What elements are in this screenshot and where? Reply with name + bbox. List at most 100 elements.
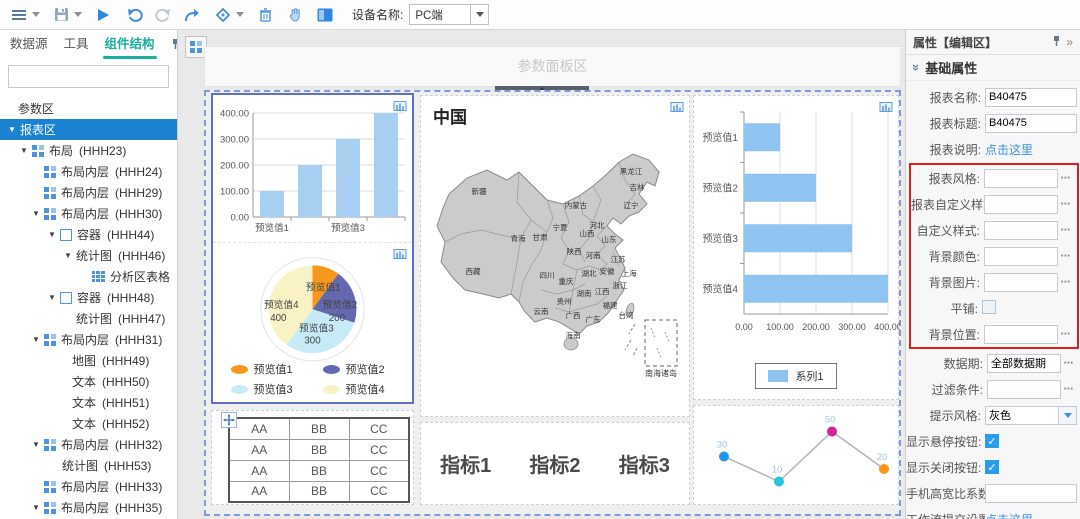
filter-more-button[interactable]: ⋯ — [1061, 384, 1077, 395]
bg-image-more-button[interactable]: ⋯ — [1058, 277, 1074, 288]
tree-item-文本[interactable]: 文本(HHH50) — [0, 371, 177, 392]
design-canvas[interactable]: 参数面板区 0.00100.00200.00300.00400.00预览值1预览… — [178, 30, 905, 519]
tree-expand-icon[interactable]: ▼ — [64, 251, 76, 260]
workflow-link[interactable]: 点击这里 — [985, 511, 1077, 519]
table-cell[interactable]: AA — [229, 439, 289, 460]
save-caret-icon[interactable] — [74, 12, 82, 17]
tab-datasource[interactable]: 数据源 — [10, 30, 48, 60]
tip-style-dropdown-icon[interactable] — [1059, 406, 1077, 425]
chart-type-icon[interactable] — [393, 247, 407, 262]
tree-item-布局内层[interactable]: ▼布局内层(HHH35) — [0, 497, 177, 518]
tree-item-布局[interactable]: ▼布局(HHH23) — [0, 140, 177, 161]
tree-item-布局内层[interactable]: ▼布局内层(HHH32) — [0, 434, 177, 455]
tree-item-布局内层[interactable]: 布局内层(HHH24) — [0, 161, 177, 182]
redo-icon[interactable] — [154, 4, 172, 26]
pie-chart-panel[interactable]: 预览值1预览值2200预览值3300预览值4400 预览值1预览值2预览值3预览… — [213, 243, 412, 402]
tree-expand-icon[interactable]: ▼ — [32, 335, 44, 344]
tree-item-布局内层[interactable]: 布局内层(HHH33) — [0, 476, 177, 497]
report-style-more-button[interactable]: ⋯ — [1058, 173, 1074, 184]
bg-position-more-button[interactable]: ⋯ — [1058, 329, 1074, 340]
tree-item-布局内层[interactable]: 布局内层(HHH29) — [0, 182, 177, 203]
report-custom-style-input[interactable] — [984, 195, 1058, 214]
tree-item-容器[interactable]: ▼容器(HHH44) — [0, 224, 177, 245]
tree-item-分析区表格[interactable]: 分析区表格 — [0, 266, 177, 287]
chart-type-icon[interactable] — [393, 99, 407, 114]
format-brush-icon[interactable] — [214, 4, 232, 26]
report-title-input[interactable] — [985, 114, 1077, 133]
table-cell[interactable]: BB — [289, 439, 349, 460]
device-select-dropdown-icon[interactable] — [470, 5, 488, 24]
report-desc-link[interactable]: 点击这里 — [985, 141, 1077, 158]
map-panel[interactable]: 中国 — [420, 95, 690, 417]
tree-expand-icon[interactable]: ▼ — [48, 230, 60, 239]
table-cell[interactable]: BB — [289, 418, 349, 439]
tree-item-统计图[interactable]: ▼统计图(HHH46) — [0, 245, 177, 266]
bg-color-input[interactable] — [984, 247, 1058, 266]
tree-item-容器[interactable]: ▼容器(HHH48) — [0, 287, 177, 308]
tree-item-文本[interactable]: 文本(HHH52) — [0, 413, 177, 434]
tip-style-select[interactable] — [985, 406, 1059, 425]
tree-expand-icon[interactable]: ▼ — [32, 209, 44, 218]
tree-expand-icon[interactable]: ▼ — [20, 146, 32, 155]
move-handle-icon[interactable] — [221, 412, 237, 428]
table-cell[interactable]: AA — [229, 460, 289, 481]
tile-checkbox[interactable] — [982, 300, 996, 314]
hbar-chart-panel[interactable]: 0.00100.00200.00300.00400.00预览值1预览值2预览值3… — [693, 95, 899, 400]
show-hover-checkbox[interactable] — [985, 434, 999, 448]
table-cell[interactable]: CC — [349, 418, 409, 439]
save-icon[interactable] — [52, 4, 70, 26]
table-cell[interactable]: CC — [349, 481, 409, 502]
selected-container[interactable]: 0.00100.00200.00300.00400.00预览值1预览值3 预览值… — [211, 93, 414, 404]
parameter-panel-area[interactable]: 参数面板区 — [204, 46, 901, 87]
tree-item-地图[interactable]: 地图(HHH49) — [0, 350, 177, 371]
hand-icon[interactable] — [286, 4, 304, 26]
tree-item-参数区[interactable]: 参数区 — [0, 98, 177, 119]
custom-style-input[interactable] — [984, 221, 1058, 240]
device-select[interactable]: PC端 — [409, 4, 489, 25]
bar-chart-panel[interactable]: 0.00100.00200.00300.00400.00预览值1预览值3 — [213, 95, 412, 243]
data-period-more-button[interactable]: ⋯ — [1061, 358, 1077, 369]
undo-icon[interactable] — [126, 4, 144, 26]
pin-icon[interactable] — [1052, 35, 1061, 50]
filter-input[interactable] — [987, 380, 1061, 399]
run-icon[interactable] — [94, 4, 112, 26]
format-caret-icon[interactable] — [236, 12, 244, 17]
menu-icon[interactable] — [10, 4, 28, 26]
report-region[interactable]: 0.00100.00200.00300.00400.00预览值1预览值3 预览值… — [204, 90, 901, 516]
tree-item-报表区[interactable]: ▼报表区 — [0, 119, 177, 140]
report-style-input[interactable] — [984, 169, 1058, 188]
tree-expand-icon[interactable]: ▼ — [48, 293, 60, 302]
upload-icon[interactable] — [182, 4, 200, 26]
chart-type-icon[interactable] — [879, 100, 893, 115]
line-chart-panel[interactable]: 30105020 — [693, 405, 899, 505]
tree-item-统计图[interactable]: 统计图(HHH53) — [0, 455, 177, 476]
search-input[interactable] — [9, 66, 172, 87]
table-cell[interactable]: CC — [349, 439, 409, 460]
aspect-ratio-input[interactable] — [985, 484, 1077, 503]
tree-expand-icon[interactable]: ▼ — [32, 503, 44, 512]
tree-expand-icon[interactable]: ▼ — [8, 125, 20, 134]
table-cell[interactable]: CC — [349, 460, 409, 481]
table-panel[interactable]: AABBCCAABBCCAABBCCAABBCC — [211, 410, 414, 505]
tree-item-统计图[interactable]: 统计图(HHH47) — [0, 308, 177, 329]
tab-tools[interactable]: 工具 — [64, 30, 89, 60]
tab-component-structure[interactable]: 组件结构 — [105, 30, 155, 60]
chart-type-icon[interactable] — [670, 100, 684, 115]
bg-position-input[interactable] — [984, 325, 1058, 344]
section-basic-properties[interactable]: » 基础属性 — [906, 55, 1080, 81]
table-cell[interactable]: BB — [289, 481, 349, 502]
report-name-input[interactable] — [985, 88, 1077, 107]
indicator-text-panel[interactable]: 指标1 指标2 指标3 — [420, 422, 690, 505]
delete-icon[interactable] — [256, 4, 274, 26]
collapse-right-icon[interactable]: » — [1066, 35, 1073, 49]
tree-item-布局内层[interactable]: ▼布局内层(HHH30) — [0, 203, 177, 224]
tree-expand-icon[interactable]: ▼ — [32, 440, 44, 449]
menu-caret-icon[interactable] — [32, 12, 40, 17]
tree-item-文本[interactable]: 文本(HHH51) — [0, 392, 177, 413]
show-close-checkbox[interactable] — [985, 460, 999, 474]
custom-style-more-button[interactable]: ⋯ — [1058, 225, 1074, 236]
pin-icon[interactable] — [171, 38, 178, 53]
table-cell[interactable]: AA — [229, 481, 289, 502]
tree-item-布局内层[interactable]: ▼布局内层(HHH31) — [0, 329, 177, 350]
table-cell[interactable]: BB — [289, 460, 349, 481]
